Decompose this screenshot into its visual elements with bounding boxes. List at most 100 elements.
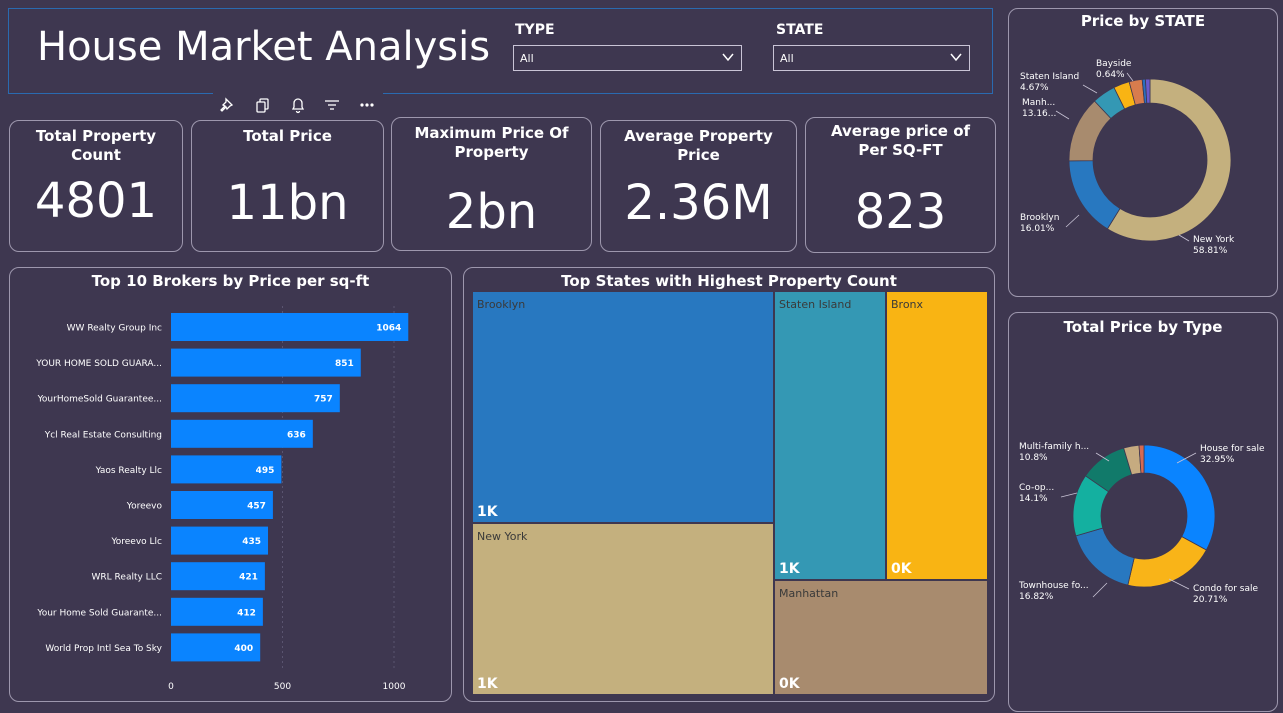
pin-icon[interactable]	[219, 96, 237, 114]
data-label: 400	[234, 644, 253, 654]
tick-label: 1000	[383, 682, 406, 692]
data-label: 1064	[376, 324, 401, 334]
slice-label: Brooklyn	[1020, 213, 1059, 223]
category-label: Ycl Real Estate Consulting	[44, 430, 162, 440]
slice-percent: 20.71%	[1193, 595, 1228, 605]
slice-label: Townhouse fo...	[1018, 581, 1089, 591]
treemap-cell-label: Brooklyn	[477, 298, 526, 311]
leader-line	[1060, 492, 1078, 498]
state-donut-card: Price by STATE New York 58.81% Brooklyn 16.…	[1008, 8, 1278, 297]
treemap-cell-value: 1K	[477, 676, 498, 692]
treemap-cell-manhattan[interactable]: Manhattan 0K	[774, 580, 988, 695]
filter-icon[interactable]	[323, 96, 341, 114]
treemap-cell-value: 0K	[891, 561, 912, 577]
kpi-card-maximum-price: Maximum Price Of Property 2bn	[391, 117, 592, 251]
bell-icon[interactable]	[289, 96, 307, 114]
header-panel: House Market Analysis TYPE All STATE All	[8, 8, 993, 94]
slice-percent: 16.01%	[1020, 224, 1055, 234]
type-filter-label: TYPE	[515, 22, 555, 38]
treemap-cell-label: Bronx	[891, 298, 924, 311]
slice-label: House for sale	[1200, 444, 1265, 454]
kpi-title: Total Price	[243, 127, 332, 145]
data-label: 421	[239, 573, 258, 583]
category-label: Yaos Realty Llc	[95, 466, 162, 476]
slice-label: Co-op...	[1019, 483, 1054, 493]
slice-percent: 58.81%	[1193, 246, 1228, 256]
slice-percent: 13.16...	[1022, 109, 1056, 119]
kpi-value: 2.36M	[624, 175, 773, 231]
kpi-card-total-price: Total Price 11bn	[191, 120, 384, 252]
category-label: WRL Realty LLC	[92, 573, 162, 583]
state-filter-label: STATE	[776, 22, 824, 38]
data-label: 495	[256, 466, 275, 476]
type-filter-select[interactable]: All	[513, 45, 742, 71]
category-label: YourHomeSold Guarantee...	[37, 395, 162, 405]
data-label: 757	[314, 395, 333, 405]
slice-percent: 0.64%	[1096, 70, 1125, 80]
visual-toolbar	[213, 92, 383, 118]
type-filter-value: All	[520, 52, 534, 65]
treemap-cell-staten-island[interactable]: Staten Island 1K	[774, 291, 886, 580]
data-label: 435	[242, 537, 261, 547]
slice-percent: 16.82%	[1019, 592, 1054, 602]
more-icon[interactable]	[358, 96, 376, 114]
donut-slice[interactable]	[1068, 160, 1121, 230]
data-label: 457	[247, 502, 266, 512]
data-label: 412	[237, 608, 256, 618]
slice-label: Condo for sale	[1193, 584, 1259, 594]
chevron-down-icon	[722, 53, 734, 62]
kpi-value: 11bn	[226, 175, 349, 231]
chevron-down-icon	[950, 53, 962, 62]
donut-slice[interactable]	[1127, 536, 1207, 588]
treemap-cell-bronx[interactable]: Bronx 0K	[886, 291, 988, 580]
kpi-title: Maximum Price Of Property	[414, 124, 569, 161]
treemap-cell-value: 1K	[779, 561, 800, 577]
kpi-title: Average Property Price	[624, 127, 773, 164]
treemap-cell-label: New York	[477, 530, 528, 543]
kpi-value: 4801	[34, 173, 158, 229]
slice-label: Bayside	[1096, 59, 1132, 69]
slice-percent: 4.67%	[1020, 83, 1049, 93]
slice-label: Manh...	[1022, 98, 1055, 108]
brokers-bar-chart: WW Realty Group Inc 1064 YOUR HOME SOLD GU…	[35, 306, 409, 692]
type-donut-chart: House for sale32.95% Condo for sale20.71%…	[1018, 442, 1265, 605]
bar[interactable]	[171, 348, 361, 377]
donut-slice[interactable]	[1075, 527, 1135, 586]
treemap-cell-new-york[interactable]: New York 1K	[472, 523, 774, 695]
kpi-card-average-property-price: Average Property Price 2.36M	[600, 120, 797, 252]
brokers-chart-card: Top 10 Brokers by Price per sq-ft WW Rea…	[9, 267, 452, 702]
chart-title: Top States with Highest Property Count	[561, 272, 897, 290]
tick-label: 0	[168, 682, 174, 692]
kpi-value: 823	[854, 184, 947, 240]
state-donut-chart: New York58.81% Brooklyn16.01% Manh...13.16…	[1020, 59, 1235, 256]
data-label: 636	[287, 430, 306, 440]
leader-line	[1178, 234, 1190, 242]
slice-label: Multi-family h...	[1019, 442, 1089, 452]
leader-line	[1126, 72, 1134, 82]
kpi-card-average-price-per-sqft: Average price of Per SQ-FT 823	[805, 117, 996, 253]
slice-label: New York	[1193, 235, 1235, 245]
treemap-cell-label: Manhattan	[779, 587, 839, 600]
kpi-value: 2bn	[445, 184, 538, 240]
leader-line	[1065, 214, 1080, 228]
state-filter-select[interactable]: All	[773, 45, 970, 71]
state-filter-value: All	[780, 52, 794, 65]
leader-line	[1082, 84, 1098, 94]
category-label: Your Home Sold Guarante...	[36, 608, 162, 618]
slice-percent: 14.1%	[1019, 494, 1048, 504]
treemap-cell-value: 0K	[779, 676, 800, 692]
tick-label: 500	[274, 682, 291, 692]
leader-line	[1092, 582, 1108, 598]
copy-icon[interactable]	[254, 96, 272, 114]
kpi-title: Total Property Count	[35, 127, 157, 164]
slice-label: Staten Island	[1020, 72, 1079, 82]
category-label: Yoreevo Llc	[110, 537, 162, 547]
bar[interactable]	[171, 313, 409, 341]
treemap-cell-brooklyn[interactable]: Brooklyn 1K	[472, 291, 774, 523]
leader-line	[1055, 110, 1070, 120]
slice-percent: 32.95%	[1200, 455, 1235, 465]
kpi-title: Average price of Per SQ-FT	[830, 122, 971, 159]
treemap-cell-value: 1K	[477, 504, 498, 520]
category-label: YOUR HOME SOLD GUARA...	[35, 359, 162, 369]
type-donut-card: Total Price by Type House for sale 32.95%…	[1008, 312, 1278, 712]
